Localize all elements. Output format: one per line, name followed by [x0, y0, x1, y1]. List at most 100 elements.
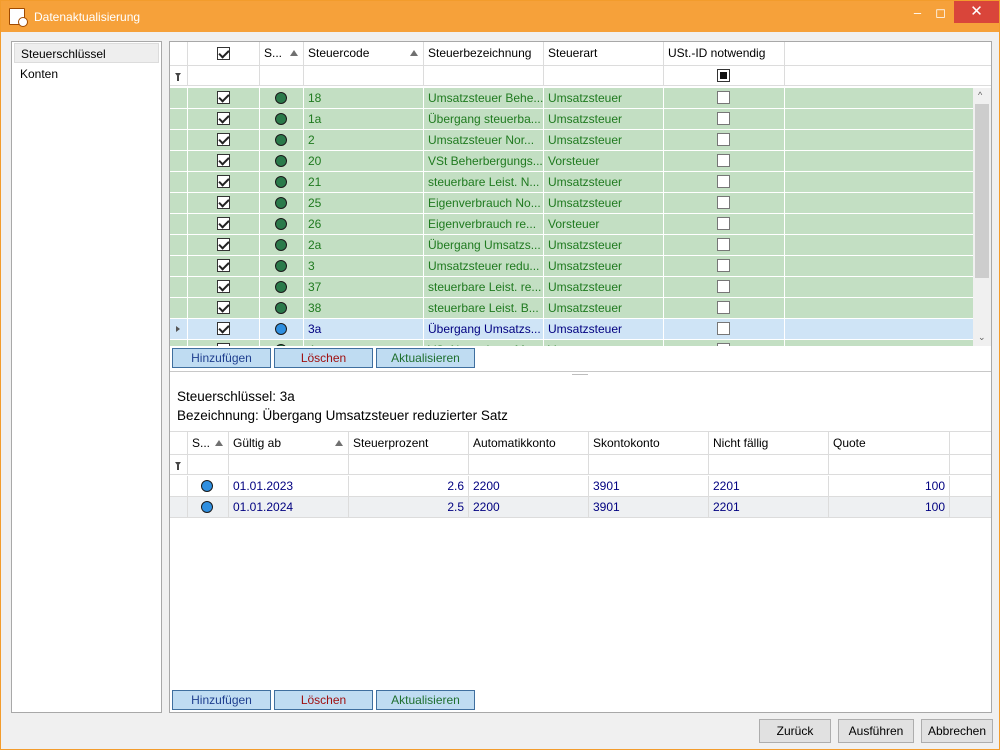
ustid-cell[interactable] [664, 88, 785, 108]
ustid-checkbox[interactable] [717, 238, 730, 251]
select-cell[interactable] [188, 298, 260, 318]
table-row[interactable]: 18 Umsatzsteuer Behe... Umsatzsteuer [170, 88, 973, 109]
steuerbezeichnung-cell[interactable]: steuerbare Leist. B... [424, 298, 544, 318]
row-checkbox[interactable] [217, 301, 230, 314]
row-checkbox[interactable] [217, 259, 230, 272]
ustid-filter-checkbox[interactable] [717, 69, 730, 82]
add-button[interactable]: Hinzufügen [172, 348, 271, 368]
ustid-cell[interactable] [664, 214, 785, 234]
nicht-faellig-cell[interactable]: 2201 [709, 476, 829, 496]
gueltig-ab-cell[interactable]: 01.01.2023 [229, 476, 349, 496]
steuerart-cell[interactable]: Umsatzsteuer [544, 172, 664, 192]
row-header[interactable] [170, 130, 188, 150]
table-row[interactable]: 01.01.2023 2.6 2200 3901 2201 100 [170, 476, 991, 497]
column-automatikkonto[interactable]: Automatikkonto [469, 432, 589, 454]
steuerbezeichnung-cell[interactable]: Übergang Umsatzs... [424, 235, 544, 255]
select-all-checkbox[interactable] [217, 47, 230, 60]
ustid-cell[interactable] [664, 256, 785, 276]
splitter-grip[interactable] [572, 374, 588, 375]
maximize-icon[interactable]: ◻ [926, 1, 955, 25]
table-row[interactable]: 1a Übergang steuerba... Umsatzsteuer [170, 109, 973, 130]
row-header[interactable] [170, 88, 188, 108]
select-cell[interactable] [188, 277, 260, 297]
scrollbar-thumb[interactable] [975, 104, 989, 278]
steuerart-cell[interactable]: Vorsteuer [544, 214, 664, 234]
column-steuerprozent[interactable]: Steuerprozent [349, 432, 469, 454]
ustid-cell[interactable] [664, 298, 785, 318]
row-header[interactable] [170, 235, 188, 255]
select-cell[interactable] [188, 235, 260, 255]
ustid-checkbox[interactable] [717, 196, 730, 209]
steuercode-cell[interactable]: 38 [304, 298, 424, 318]
steuerart-cell[interactable]: Umsatzsteuer [544, 130, 664, 150]
ustid-checkbox[interactable] [717, 217, 730, 230]
steuerbezeichnung-cell[interactable]: Umsatzsteuer Behe... [424, 88, 544, 108]
row-checkbox[interactable] [217, 343, 230, 346]
column-skontokonto[interactable]: Skontokonto [589, 432, 709, 454]
filter-cell[interactable] [188, 66, 260, 85]
close-icon[interactable]: ✕ [954, 1, 999, 23]
select-all-column[interactable] [188, 42, 260, 65]
row-header[interactable] [170, 256, 188, 276]
row-header[interactable] [170, 277, 188, 297]
ustid-cell[interactable] [664, 151, 785, 171]
ustid-cell[interactable] [664, 277, 785, 297]
filter-cell[interactable] [229, 455, 349, 474]
table-row[interactable]: 26 Eigenverbrauch re... Vorsteuer [170, 214, 973, 235]
row-header[interactable] [170, 340, 188, 346]
run-button[interactable]: Ausführen [838, 719, 914, 743]
filter-cell[interactable] [188, 455, 229, 474]
steuerbezeichnung-cell[interactable]: VSt Beherbergungs... [424, 151, 544, 171]
steuerart-cell[interactable]: Umsatzsteuer [544, 277, 664, 297]
add-button[interactable]: Hinzufügen [172, 690, 271, 710]
filter-cell[interactable] [709, 455, 829, 474]
steuerart-cell[interactable]: Vorsteuer [544, 340, 664, 346]
steuercode-cell[interactable]: 21 [304, 172, 424, 192]
table-row[interactable]: 3 Umsatzsteuer redu... Umsatzsteuer [170, 256, 973, 277]
update-button[interactable]: Aktualisieren [376, 690, 475, 710]
row-header[interactable] [170, 193, 188, 213]
steuercode-cell[interactable]: 20 [304, 151, 424, 171]
back-button[interactable]: Zurück [759, 719, 831, 743]
filter-cell[interactable] [544, 66, 664, 85]
filter-cell[interactable] [664, 66, 785, 85]
steuerprozent-cell[interactable]: 2.6 [349, 476, 469, 496]
table-row[interactable]: 2 Umsatzsteuer Nor... Umsatzsteuer [170, 130, 973, 151]
ustid-cell[interactable] [664, 235, 785, 255]
table-row[interactable]: 37 steuerbare Leist. re... Umsatzsteuer [170, 277, 973, 298]
skontokonto-cell[interactable]: 3901 [589, 497, 709, 517]
delete-button[interactable]: Löschen [274, 348, 373, 368]
ustid-cell[interactable] [664, 130, 785, 150]
filter-cell[interactable] [304, 66, 424, 85]
row-checkbox[interactable] [217, 217, 230, 230]
steuerart-cell[interactable]: Umsatzsteuer [544, 235, 664, 255]
select-cell[interactable] [188, 193, 260, 213]
ustid-checkbox[interactable] [717, 112, 730, 125]
row-header[interactable] [170, 476, 188, 496]
cancel-button[interactable]: Abbrechen [921, 719, 993, 743]
steuerart-cell[interactable]: Umsatzsteuer [544, 319, 664, 339]
select-cell[interactable] [188, 130, 260, 150]
filter-cell[interactable] [829, 455, 950, 474]
steuerart-cell[interactable]: Umsatzsteuer [544, 193, 664, 213]
select-cell[interactable] [188, 214, 260, 234]
column-ustid[interactable]: USt.-ID notwendig [664, 42, 785, 65]
ustid-cell[interactable] [664, 109, 785, 129]
steuerprozent-cell[interactable]: 2.5 [349, 497, 469, 517]
filter-cell[interactable] [260, 66, 304, 85]
row-header[interactable] [170, 214, 188, 234]
scroll-up-icon[interactable]: ^ [978, 90, 982, 100]
gueltig-ab-cell[interactable]: 01.01.2024 [229, 497, 349, 517]
steuercode-cell[interactable]: 18 [304, 88, 424, 108]
steuerart-cell[interactable]: Umsatzsteuer [544, 298, 664, 318]
steuerbezeichnung-cell[interactable]: Übergang steuerba... [424, 109, 544, 129]
row-checkbox[interactable] [217, 112, 230, 125]
row-header[interactable] [170, 298, 188, 318]
quote-cell[interactable]: 100 [829, 476, 950, 496]
select-cell[interactable] [188, 151, 260, 171]
row-checkbox[interactable] [217, 238, 230, 251]
delete-button[interactable]: Löschen [274, 690, 373, 710]
automatikkonto-cell[interactable]: 2200 [469, 476, 589, 496]
table-row[interactable]: 2a Übergang Umsatzs... Umsatzsteuer [170, 235, 973, 256]
ustid-cell[interactable] [664, 340, 785, 346]
